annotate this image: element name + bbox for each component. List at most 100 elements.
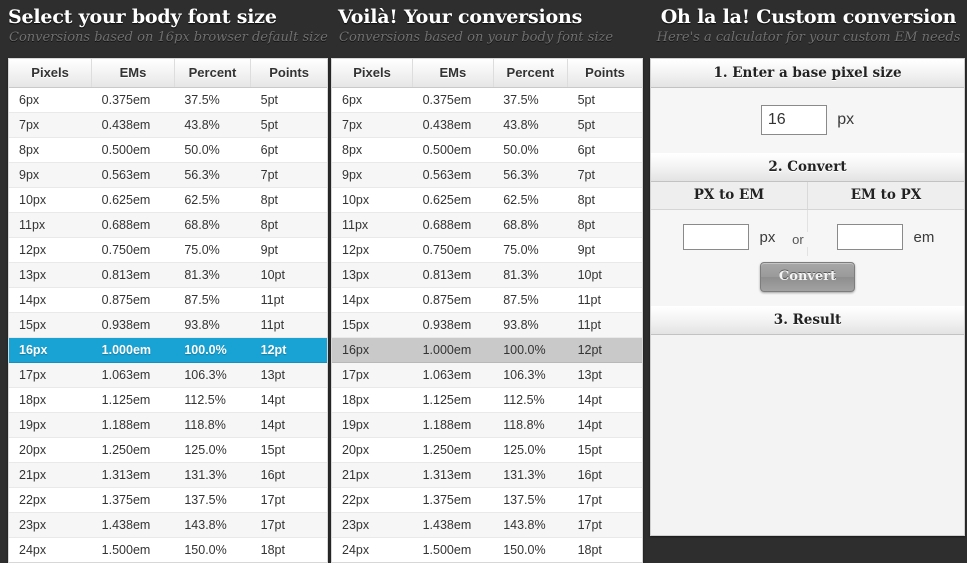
cell-pixels: 10px	[9, 187, 92, 213]
table-row[interactable]: 10px 0.625em 62.5% 8pt	[332, 187, 642, 213]
table-row[interactable]: 9px 0.563em 56.3% 7pt	[332, 162, 642, 188]
cell-points: 16pt	[567, 462, 642, 488]
table-row[interactable]: 15px 0.938em 93.8% 11pt	[332, 312, 642, 338]
conversion-table-left: Pixels EMs Percent Points 6px 0.375em 37.5…	[9, 59, 327, 562]
em-to-px-cell: em	[808, 224, 965, 250]
right-panel-header: Oh la la! Custom conversion Here's a cal…	[650, 0, 967, 45]
cell-pixels: 24px	[342, 543, 370, 557]
cell-ems: 1.313em	[91, 462, 175, 488]
column-header-ems[interactable]: EMs	[412, 59, 494, 88]
cell-pixels: 12px	[9, 237, 92, 263]
table-row[interactable]: 13px 0.813em 81.3% 10pt	[332, 262, 642, 288]
cell-points: 7pt	[567, 162, 642, 188]
table-row[interactable]: 12px 0.750em 75.0% 9pt	[9, 237, 327, 263]
table-row[interactable]: 9px 0.563em 56.3% 7pt	[9, 162, 327, 188]
table-row[interactable]: 7px 0.438em 43.8% 5pt	[332, 112, 642, 138]
panel-custom-conversion: Oh la la! Custom conversion Here's a cal…	[650, 0, 967, 45]
cell-pixels: 6px	[332, 87, 413, 113]
column-header-pixels[interactable]: Pixels	[332, 59, 414, 88]
cell-percent: 106.3%	[493, 362, 568, 388]
table-row[interactable]: 24px 1.500em 150.0% 18pt	[332, 537, 642, 562]
cell-pixels: 20px	[332, 437, 413, 463]
cell-points: 14pt	[567, 412, 642, 438]
base-pixel-size-input[interactable]	[760, 105, 827, 135]
column-header-points[interactable]: Points	[567, 59, 642, 88]
table-row[interactable]: 11px 0.688em 68.8% 8pt	[332, 212, 642, 238]
table-row[interactable]: 23px 1.438em 143.8% 17pt	[9, 512, 327, 538]
cell-percent: 81.3%	[174, 262, 251, 288]
table-row[interactable]: 8px 0.500em 50.0% 6pt	[332, 137, 642, 163]
table-row[interactable]: 18px 1.125em 112.5% 14pt	[332, 387, 642, 413]
subtitle-left: Conversions based on 16px browser defaul…	[9, 30, 328, 45]
table-row[interactable]: 12px 0.750em 75.0% 9pt	[332, 237, 642, 263]
cell-points: 11pt	[250, 287, 327, 313]
cell-ems: 1.438em	[91, 512, 175, 538]
table-row[interactable]: 14px 0.875em 87.5% 11pt	[332, 287, 642, 313]
column-header-percent[interactable]: Percent	[493, 59, 569, 88]
cell-points: 13pt	[250, 362, 327, 388]
table-row[interactable]: 20px 1.250em 125.0% 15pt	[332, 437, 642, 463]
table-row[interactable]: 20px 1.250em 125.0% 15pt	[9, 437, 327, 463]
cell-percent: 125.0%	[174, 437, 251, 463]
cell-pixels: 24px	[19, 543, 47, 557]
cell-points: 8pt	[567, 212, 642, 238]
px-value-input[interactable]	[683, 224, 750, 250]
cell-points: 17pt	[250, 512, 327, 538]
convert-button[interactable]: Convert	[759, 262, 856, 292]
cell-ems: 0.563em	[412, 162, 494, 188]
cell-points: 6pt	[250, 137, 327, 163]
cell-percent: 100.0%	[493, 337, 568, 363]
table-row[interactable]: 18px 1.125em 112.5% 14pt	[9, 387, 327, 413]
table-row[interactable]: 23px 1.438em 143.8% 17pt	[332, 512, 642, 538]
cell-points: 8pt	[567, 187, 642, 213]
column-header-ems[interactable]: EMs	[91, 59, 175, 88]
page-title-left: Select your body font size	[8, 6, 277, 28]
table-row[interactable]: 6px 0.375em 37.5% 5pt	[332, 87, 642, 113]
table-row[interactable]: 16px 1.000em 100.0% 12pt	[332, 337, 642, 363]
subtitle-middle: Conversions based on your body font size	[339, 30, 614, 45]
table-row[interactable]: 7px 0.438em 43.8% 5pt	[9, 112, 327, 138]
cell-points: 5pt	[250, 112, 327, 138]
page-title-middle: Voilà! Your conversions	[338, 6, 583, 28]
cell-percent: 87.5%	[174, 287, 251, 313]
table-row[interactable]: 21px 1.313em 131.3% 16pt	[9, 462, 327, 488]
column-header-points[interactable]: Points	[250, 59, 327, 88]
cell-percent: 137.5%	[174, 487, 251, 513]
cell-points: 14pt	[250, 387, 327, 413]
cell-percent: 112.5%	[493, 387, 568, 413]
table-row[interactable]: 15px 0.938em 93.8% 11pt	[9, 312, 327, 338]
cell-percent: 118.8%	[174, 412, 251, 438]
table-row[interactable]: 10px 0.625em 62.5% 8pt	[9, 187, 327, 213]
cell-ems: 0.875em	[91, 287, 175, 313]
cell-pixels: 10px	[332, 187, 413, 213]
table-row[interactable]: 22px 1.375em 137.5% 17pt	[332, 487, 642, 513]
cell-pixels: 13px	[332, 262, 413, 288]
table-row[interactable]: 6px 0.375em 37.5% 5pt	[9, 87, 327, 113]
cell-pixels: 17px	[332, 362, 413, 388]
table-row[interactable]: 13px 0.813em 81.3% 10pt	[9, 262, 327, 288]
panel-your-conversions: Voilà! Your conversions Conversions base…	[330, 0, 650, 45]
table-row[interactable]: 24px 1.500em 150.0% 18pt	[9, 537, 327, 562]
cell-percent: 56.3%	[174, 162, 251, 188]
table-row[interactable]: 22px 1.375em 137.5% 17pt	[9, 487, 327, 513]
cell-points: 13pt	[567, 362, 642, 388]
table-row[interactable]: 19px 1.188em 118.8% 14pt	[9, 412, 327, 438]
table-header-row: Pixels EMs Percent Points	[332, 59, 642, 88]
cell-pixels: 17px	[9, 362, 92, 388]
table-row[interactable]: 14px 0.875em 87.5% 11pt	[9, 287, 327, 313]
column-header-percent[interactable]: Percent	[174, 59, 252, 88]
column-header-pixels[interactable]: Pixels	[9, 59, 93, 88]
table-row[interactable]: 21px 1.313em 131.3% 16pt	[332, 462, 642, 488]
table-row[interactable]: 16px 1.000em 100.0% 12pt	[9, 337, 327, 363]
cell-points: 14pt	[250, 412, 327, 438]
cell-ems: 1.188em	[91, 412, 175, 438]
em-value-input[interactable]	[837, 224, 904, 250]
px-unit-label: px	[759, 228, 776, 246]
table-row[interactable]: 17px 1.063em 106.3% 13pt	[332, 362, 642, 388]
table-row[interactable]: 17px 1.063em 106.3% 13pt	[9, 362, 327, 388]
table-row[interactable]: 19px 1.188em 118.8% 14pt	[332, 412, 642, 438]
cell-percent: 143.8%	[493, 512, 568, 538]
cell-pixels: 9px	[332, 162, 413, 188]
table-row[interactable]: 11px 0.688em 68.8% 8pt	[9, 212, 327, 238]
table-row[interactable]: 8px 0.500em 50.0% 6pt	[9, 137, 327, 163]
